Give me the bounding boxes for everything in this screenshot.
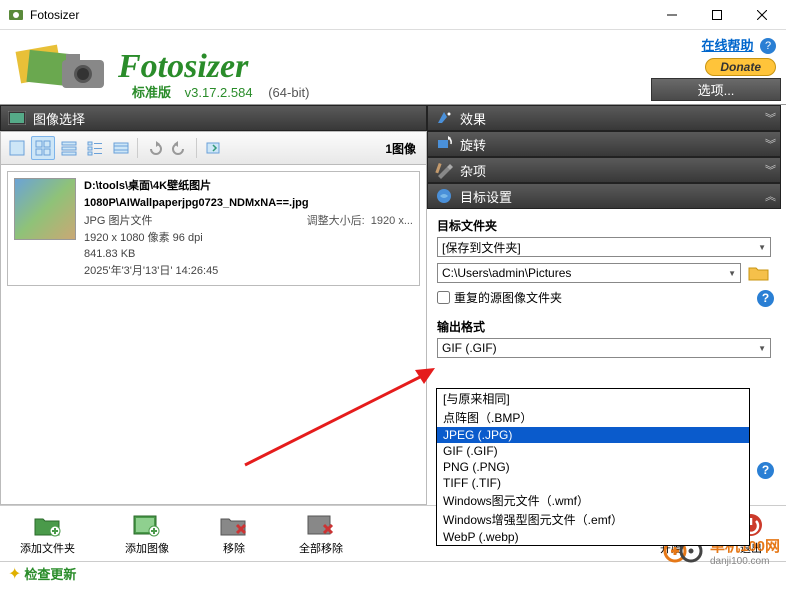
destination-body: 目标文件夹 [保存到文件夹] C:\Users\admin\Pictures 重… — [427, 209, 781, 366]
format-option[interactable]: WebP (.webp) — [437, 529, 749, 545]
format-option[interactable]: GIF (.GIF) — [437, 443, 749, 459]
maximize-button[interactable] — [694, 1, 739, 29]
format-option[interactable]: Windows图元文件（.wmf） — [437, 491, 749, 510]
app-header: Fotosizer 在线帮助 ? Donate 标准版 v3.17.2.584 … — [0, 30, 786, 105]
repeat-source-label: 重复的源图像文件夹 — [454, 289, 562, 306]
add-folder-icon — [33, 512, 63, 538]
format-option[interactable]: 点阵图（.BMP） — [437, 408, 749, 427]
options-button[interactable]: 选项... — [651, 78, 781, 101]
logo-text: Fotosizer — [118, 48, 248, 86]
logo-image — [10, 40, 110, 95]
output-format-list[interactable]: [与原来相同]点阵图（.BMP）JPEG (.JPG)GIF (.GIF)PNG… — [436, 388, 750, 546]
help-icon[interactable]: ? — [757, 290, 774, 307]
image-select-icon — [7, 108, 27, 128]
view-toolbar: 1图像 — [0, 131, 427, 165]
remove-all-icon — [306, 512, 336, 538]
file-dimensions: 1920 x 1080 像素 96 dpi — [84, 230, 413, 247]
file-path: D:\tools\桌面\4K壁纸图片 1080P\AIWallpaperjpg0… — [84, 178, 413, 211]
image-count: 1图像 — [385, 140, 422, 157]
destination-icon — [434, 186, 454, 206]
format-option[interactable]: [与原来相同] — [437, 389, 749, 408]
remove-button[interactable]: 移除 — [219, 512, 249, 556]
watermark-url: danji100.com — [710, 556, 780, 567]
resize-value: 1920 x... — [371, 215, 413, 227]
chevron-down-icon: ︾ — [765, 162, 774, 178]
section-effects[interactable]: 效果 ︾ — [427, 105, 781, 131]
chevron-down-icon: ︾ — [765, 136, 774, 152]
format-option[interactable]: Windows增强型图元文件（.emf） — [437, 510, 749, 529]
section-misc-label: 杂项 — [460, 161, 486, 180]
view-details[interactable] — [83, 136, 107, 160]
section-effects-label: 效果 — [460, 109, 486, 128]
titlebar: Fotosizer — [0, 0, 786, 30]
app-icon — [8, 7, 24, 23]
output-format-select[interactable]: GIF (.GIF) — [437, 338, 771, 358]
version-number: v3.17.2.584 — [185, 85, 253, 100]
view-thumbnails-large[interactable] — [5, 136, 29, 160]
add-image-icon — [132, 512, 162, 538]
rotate-icon — [434, 134, 454, 154]
view-list[interactable] — [57, 136, 81, 160]
resize-label: 调整大小后: — [307, 215, 365, 227]
online-help-link[interactable]: 在线帮助 — [702, 38, 754, 53]
format-option[interactable]: PNG (.PNG) — [437, 459, 749, 475]
add-folder-button[interactable]: 添加文件夹 — [20, 512, 75, 556]
redo-button[interactable] — [168, 136, 192, 160]
view-thumbnails-grid[interactable] — [31, 136, 55, 160]
undo-button[interactable] — [142, 136, 166, 160]
close-button[interactable] — [739, 1, 784, 29]
refresh-button[interactable] — [201, 136, 225, 160]
thumbnail — [14, 178, 76, 240]
view-tiles[interactable] — [109, 136, 133, 160]
section-destination[interactable]: 目标设置 ︽ — [427, 183, 781, 209]
output-format-label: 输出格式 — [437, 318, 771, 335]
remove-all-button[interactable]: 全部移除 — [299, 512, 343, 556]
repeat-source-checkbox[interactable] — [437, 291, 450, 304]
window-title: Fotosizer — [30, 8, 649, 22]
edition-label: 标准版 — [132, 85, 171, 100]
image-item[interactable]: D:\tools\桌面\4K壁纸图片 1080P\AIWallpaperjpg0… — [7, 171, 420, 286]
dest-folder-select[interactable]: [保存到文件夹] — [437, 237, 771, 257]
version-bits: (64-bit) — [268, 85, 309, 100]
section-destination-label: 目标设置 — [460, 187, 512, 206]
misc-icon — [434, 160, 454, 180]
donate-button[interactable]: Donate — [705, 58, 776, 76]
star-icon: ✦ — [8, 564, 21, 584]
format-option[interactable]: JPEG (.JPG) — [437, 427, 749, 443]
chevron-up-icon: ︽ — [765, 188, 774, 204]
browse-folder-button[interactable] — [747, 263, 771, 283]
help-icon[interactable]: ? — [760, 38, 776, 54]
add-image-button[interactable]: 添加图像 — [125, 512, 169, 556]
section-image-select[interactable]: 图像选择 — [0, 105, 427, 131]
section-rotate[interactable]: 旋转 ︾ — [427, 131, 781, 157]
effects-icon — [434, 108, 454, 128]
format-option[interactable]: TIFF (.TIF) — [437, 475, 749, 491]
file-size: 841.83 KB — [84, 246, 413, 263]
section-misc[interactable]: 杂项 ︾ — [427, 157, 781, 183]
dest-folder-label: 目标文件夹 — [437, 217, 771, 234]
remove-icon — [219, 512, 249, 538]
file-type: JPG 图片文件 — [84, 213, 152, 230]
file-date: 2025'年'3'月'13'日' 14:26:45 — [84, 263, 413, 280]
minimize-button[interactable] — [649, 1, 694, 29]
image-list: D:\tools\桌面\4K壁纸图片 1080P\AIWallpaperjpg0… — [0, 165, 427, 505]
chevron-down-icon: ︾ — [765, 110, 774, 126]
help-icon[interactable]: ? — [757, 462, 774, 479]
section-rotate-label: 旋转 — [460, 135, 486, 154]
version-info: 标准版 v3.17.2.584 (64-bit) — [132, 82, 309, 101]
dest-path-select[interactable]: C:\Users\admin\Pictures — [437, 263, 741, 283]
section-image-select-label: 图像选择 — [33, 109, 85, 128]
check-update-link[interactable]: 检查更新 — [24, 564, 76, 583]
